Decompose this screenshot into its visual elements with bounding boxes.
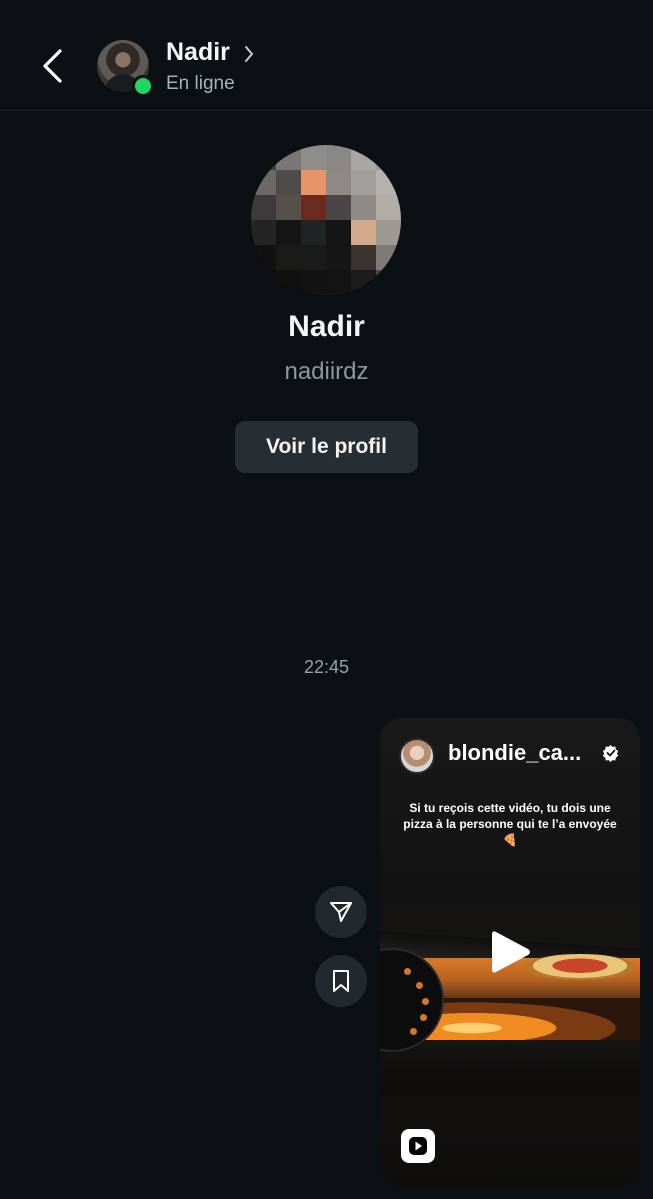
shared-reel-card[interactable]: blondie_ca... Si tu reçois cette vidéo, … [380,718,640,1186]
chat-header: Nadir En ligne [0,0,653,111]
online-status: En ligne [166,73,235,94]
back-button[interactable] [34,44,70,88]
view-profile-button[interactable]: Voir le profil [235,421,418,473]
oven-bottom [380,1040,640,1096]
reel-badge [401,1129,435,1163]
online-indicator [132,75,154,97]
reel-account-name[interactable]: blondie_ca... [448,740,581,766]
profile-username: nadiirdz [284,358,369,385]
reel-account-avatar[interactable] [399,738,435,774]
message-timestamp: 22:45 [303,657,350,677]
chevron-right-icon[interactable] [243,44,255,64]
play-icon[interactable] [488,928,534,976]
chevron-left-icon [43,49,62,83]
profile-picture[interactable] [251,145,401,295]
blurred-face [251,145,401,295]
verified-badge-icon [602,744,619,762]
paper-plane-icon [330,902,352,922]
reel-play-icon [409,1137,427,1155]
share-button[interactable] [315,886,367,938]
profile-name: Nadir [288,310,365,343]
bookmark-icon [333,970,349,992]
contact-name[interactable]: Nadir [166,38,230,67]
pizza-image [525,954,635,980]
reel-caption: Si tu reçois cette vidéo, tu dois une pi… [403,801,617,847]
header-avatar[interactable] [97,40,154,97]
save-button[interactable] [315,955,367,1007]
